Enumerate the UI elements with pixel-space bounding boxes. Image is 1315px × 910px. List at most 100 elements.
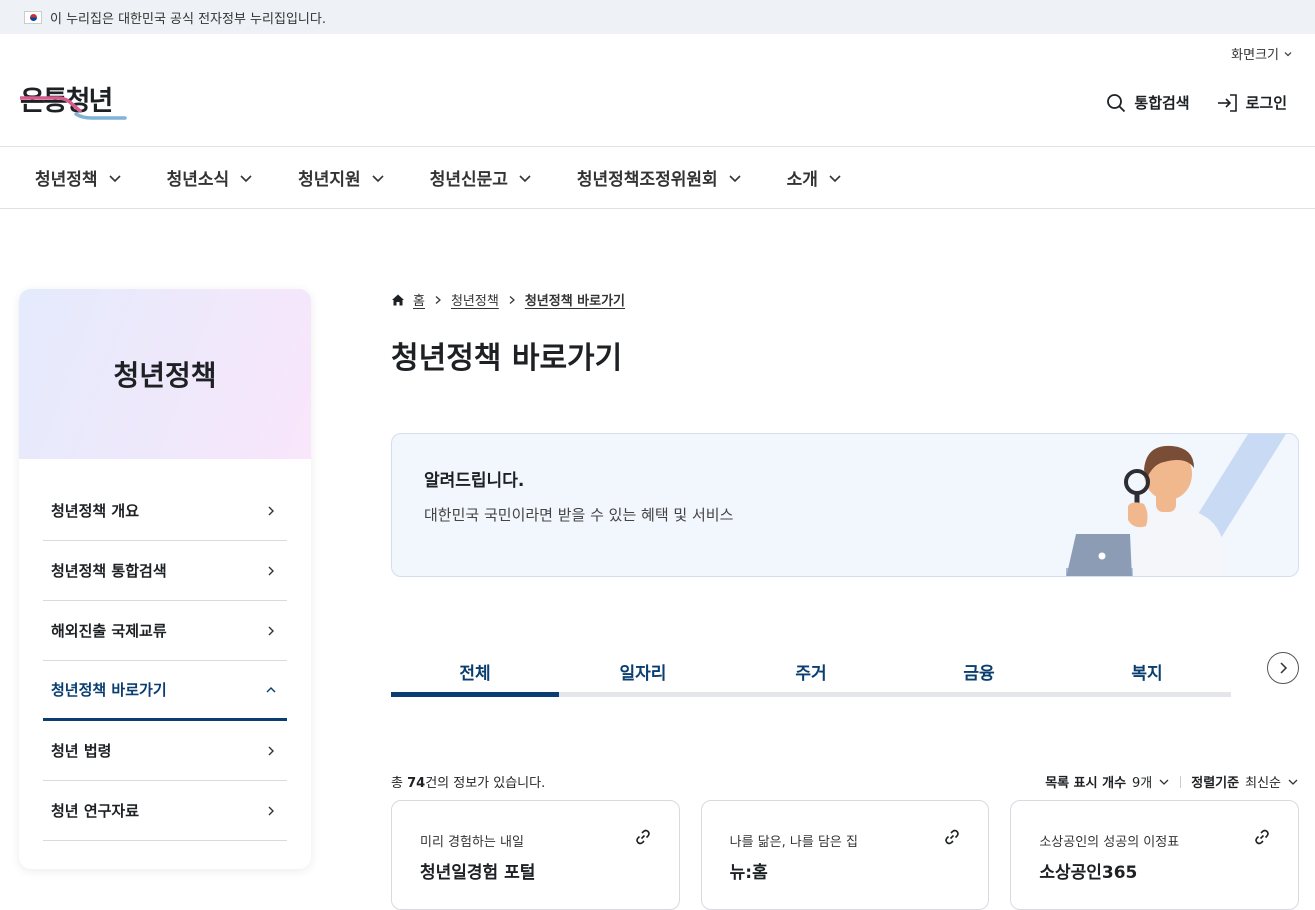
- card-subtitle: 나를 닮은, 나를 담은 집: [729, 835, 858, 850]
- sidebar-item-research[interactable]: 청년 연구자료: [43, 781, 287, 841]
- chevron-down-icon: [1159, 779, 1169, 785]
- chevron-down-icon: [729, 174, 741, 182]
- chevron-right-icon: [268, 566, 274, 575]
- gnb-item-youth-news[interactable]: 청년소식: [167, 165, 254, 190]
- total-count: 74: [407, 776, 426, 791]
- notice-description: 대한민국 국민이라면 받을 수 있는 혜택 및 서비스: [424, 506, 734, 524]
- korea-flag-icon: [24, 10, 42, 24]
- chevron-down-icon: [829, 174, 841, 182]
- shortcut-card[interactable]: 미리 경험하는 내일 청년일경험 포털: [391, 800, 680, 910]
- card-title: 뉴:홈: [729, 863, 768, 883]
- chevron-right-icon: [1280, 662, 1288, 674]
- chevron-down-icon: [1284, 51, 1292, 56]
- chevron-right-icon: [268, 626, 274, 635]
- notice-title: 알려드립니다.: [424, 471, 525, 491]
- tab-next-button[interactable]: [1267, 652, 1299, 684]
- card-subtitle: 소상공인의 성공의 이정표: [1039, 835, 1180, 850]
- sidebar-item-label: 해외진출 국제교류: [51, 622, 167, 640]
- header: 화면크기 온통청년 통합검색 로그인: [0, 34, 1315, 147]
- total-count-text: 총 74건의 정보가 있습니다.: [391, 772, 545, 791]
- tab-housing[interactable]: 주거: [727, 647, 895, 692]
- total-suffix: 건의 정보가 있습니다.: [425, 776, 546, 791]
- search-icon: [1107, 93, 1126, 112]
- gnb-item-about[interactable]: 소개: [787, 165, 842, 190]
- sort-select[interactable]: 정렬기준 최신순: [1191, 772, 1299, 791]
- display-count-select[interactable]: 목록 표시 개수 9개: [1045, 772, 1170, 791]
- chevron-down-icon: [240, 174, 252, 182]
- tab-all[interactable]: 전체: [391, 647, 559, 697]
- chevron-up-icon: [266, 686, 276, 692]
- sidebar-item-policy-shortcuts[interactable]: 청년정책 바로가기: [43, 661, 287, 721]
- integrated-search-label: 통합검색: [1134, 94, 1190, 112]
- breadcrumb-current[interactable]: 청년정책 바로가기: [525, 290, 625, 309]
- gnb-label: 청년소식: [166, 170, 230, 190]
- integrated-search-button[interactable]: 통합검색: [1106, 92, 1190, 113]
- breadcrumb: 홈 청년정책 청년정책 바로가기: [391, 290, 1299, 309]
- sidebar-item-youth-law[interactable]: 청년 법령: [43, 721, 287, 781]
- list-toolbar: 총 74건의 정보가 있습니다. 목록 표시 개수 9개 정렬기준 최신순: [391, 772, 1299, 791]
- category-tabs: 전체 일자리 주거 금융 복지: [391, 647, 1231, 697]
- card-title: 청년일경험 포털: [420, 863, 536, 883]
- chevron-right-icon: [509, 295, 515, 304]
- sidebar-item-label: 청년정책 바로가기: [51, 681, 167, 699]
- home-icon: [392, 294, 404, 305]
- chevron-right-icon: [268, 746, 274, 755]
- gnb-label: 청년정책조정위원회: [576, 170, 718, 190]
- chevron-down-icon: [108, 174, 121, 182]
- chevron-right-icon: [268, 806, 274, 815]
- site-logo[interactable]: 온통청년: [20, 76, 130, 126]
- screen-size-button[interactable]: 화면크기: [1231, 44, 1293, 63]
- divider: [1180, 775, 1182, 788]
- screen-size-label: 화면크기: [1231, 48, 1279, 63]
- main-navigation: 청년정책 청년소식 청년지원 청년신문고 청년정책조정위원회 소개: [0, 147, 1315, 209]
- sidebar-item-policy-overview[interactable]: 청년정책 개요: [43, 481, 287, 541]
- gnb-label: 청년신문고: [429, 170, 508, 190]
- tab-finance[interactable]: 금융: [895, 647, 1063, 692]
- gnb-label: 청년정책: [35, 170, 98, 190]
- total-prefix: 총: [391, 776, 408, 791]
- sidebar-item-international-exchange[interactable]: 해외진출 국제교류: [43, 601, 287, 661]
- magnifier-person-illustration: [1066, 434, 1286, 576]
- login-label: 로그인: [1245, 94, 1287, 112]
- chevron-down-icon: [519, 174, 531, 182]
- shortcut-cards: 미리 경험하는 내일 청년일경험 포털 나를 닮은, 나를 담은 집 뉴:홈 소…: [391, 800, 1300, 910]
- notice-banner: 알려드립니다. 대한민국 국민이라면 받을 수 있는 혜택 및 서비스: [391, 433, 1299, 577]
- login-button[interactable]: 로그인: [1216, 92, 1287, 113]
- chevron-down-icon: [372, 174, 384, 182]
- link-icon: [1255, 829, 1269, 845]
- chevron-right-icon: [435, 295, 441, 304]
- card-title: 소상공인365: [1039, 863, 1138, 883]
- tab-jobs[interactable]: 일자리: [559, 647, 727, 692]
- breadcrumb-parent[interactable]: 청년정책: [451, 290, 499, 309]
- gnb-item-youth-policy[interactable]: 청년정책: [35, 165, 122, 190]
- link-icon: [945, 829, 960, 845]
- sidebar-item-label: 청년 법령: [51, 742, 112, 760]
- breadcrumb-home[interactable]: 홈: [413, 290, 425, 309]
- gnb-item-youth-support[interactable]: 청년지원: [298, 165, 385, 190]
- chevron-right-icon: [268, 506, 274, 515]
- gnb-item-policy-committee[interactable]: 청년정책조정위원회: [577, 165, 742, 190]
- sort-label: 정렬기준: [1191, 776, 1240, 791]
- gov-banner-text: 이 누리집은 대한민국 공식 전자정부 누리집입니다.: [50, 11, 326, 27]
- card-subtitle: 미리 경험하는 내일: [420, 835, 524, 850]
- gnb-label: 소개: [786, 170, 818, 190]
- shortcut-card[interactable]: 소상공인의 성공의 이정표 소상공인365: [1010, 800, 1300, 910]
- shortcut-card[interactable]: 나를 닮은, 나를 담은 집 뉴:홈: [700, 800, 990, 910]
- chevron-down-icon: [1288, 779, 1298, 785]
- gnb-item-youth-petition[interactable]: 청년신문고: [430, 165, 532, 190]
- sidebar-item-policy-search[interactable]: 청년정책 통합검색: [43, 541, 287, 601]
- page-title: 청년정책 바로가기: [391, 341, 623, 376]
- sidebar-item-label: 청년정책 통합검색: [51, 562, 167, 580]
- sort-value: 최신순: [1245, 776, 1281, 791]
- sidebar-item-label: 청년 연구자료: [51, 802, 140, 820]
- main-content: 홈 청년정책 청년정책 바로가기 청년정책 바로가기 알려드립니다. 대한민국 …: [391, 290, 1300, 910]
- gov-banner: 이 누리집은 대한민국 공식 전자정부 누리집입니다.: [0, 0, 1315, 34]
- gnb-label: 청년지원: [298, 170, 361, 190]
- link-icon: [635, 829, 650, 845]
- sidebar: 청년정책 청년정책 개요 청년정책 통합검색 해외진출 국제교류 청년정책 바로…: [19, 289, 311, 869]
- tab-welfare[interactable]: 복지: [1063, 647, 1231, 692]
- login-icon: [1217, 93, 1237, 112]
- sidebar-item-label: 청년정책 개요: [51, 502, 140, 520]
- display-count-label: 목록 표시 개수: [1045, 776, 1127, 791]
- display-count-value: 9개: [1132, 776, 1153, 791]
